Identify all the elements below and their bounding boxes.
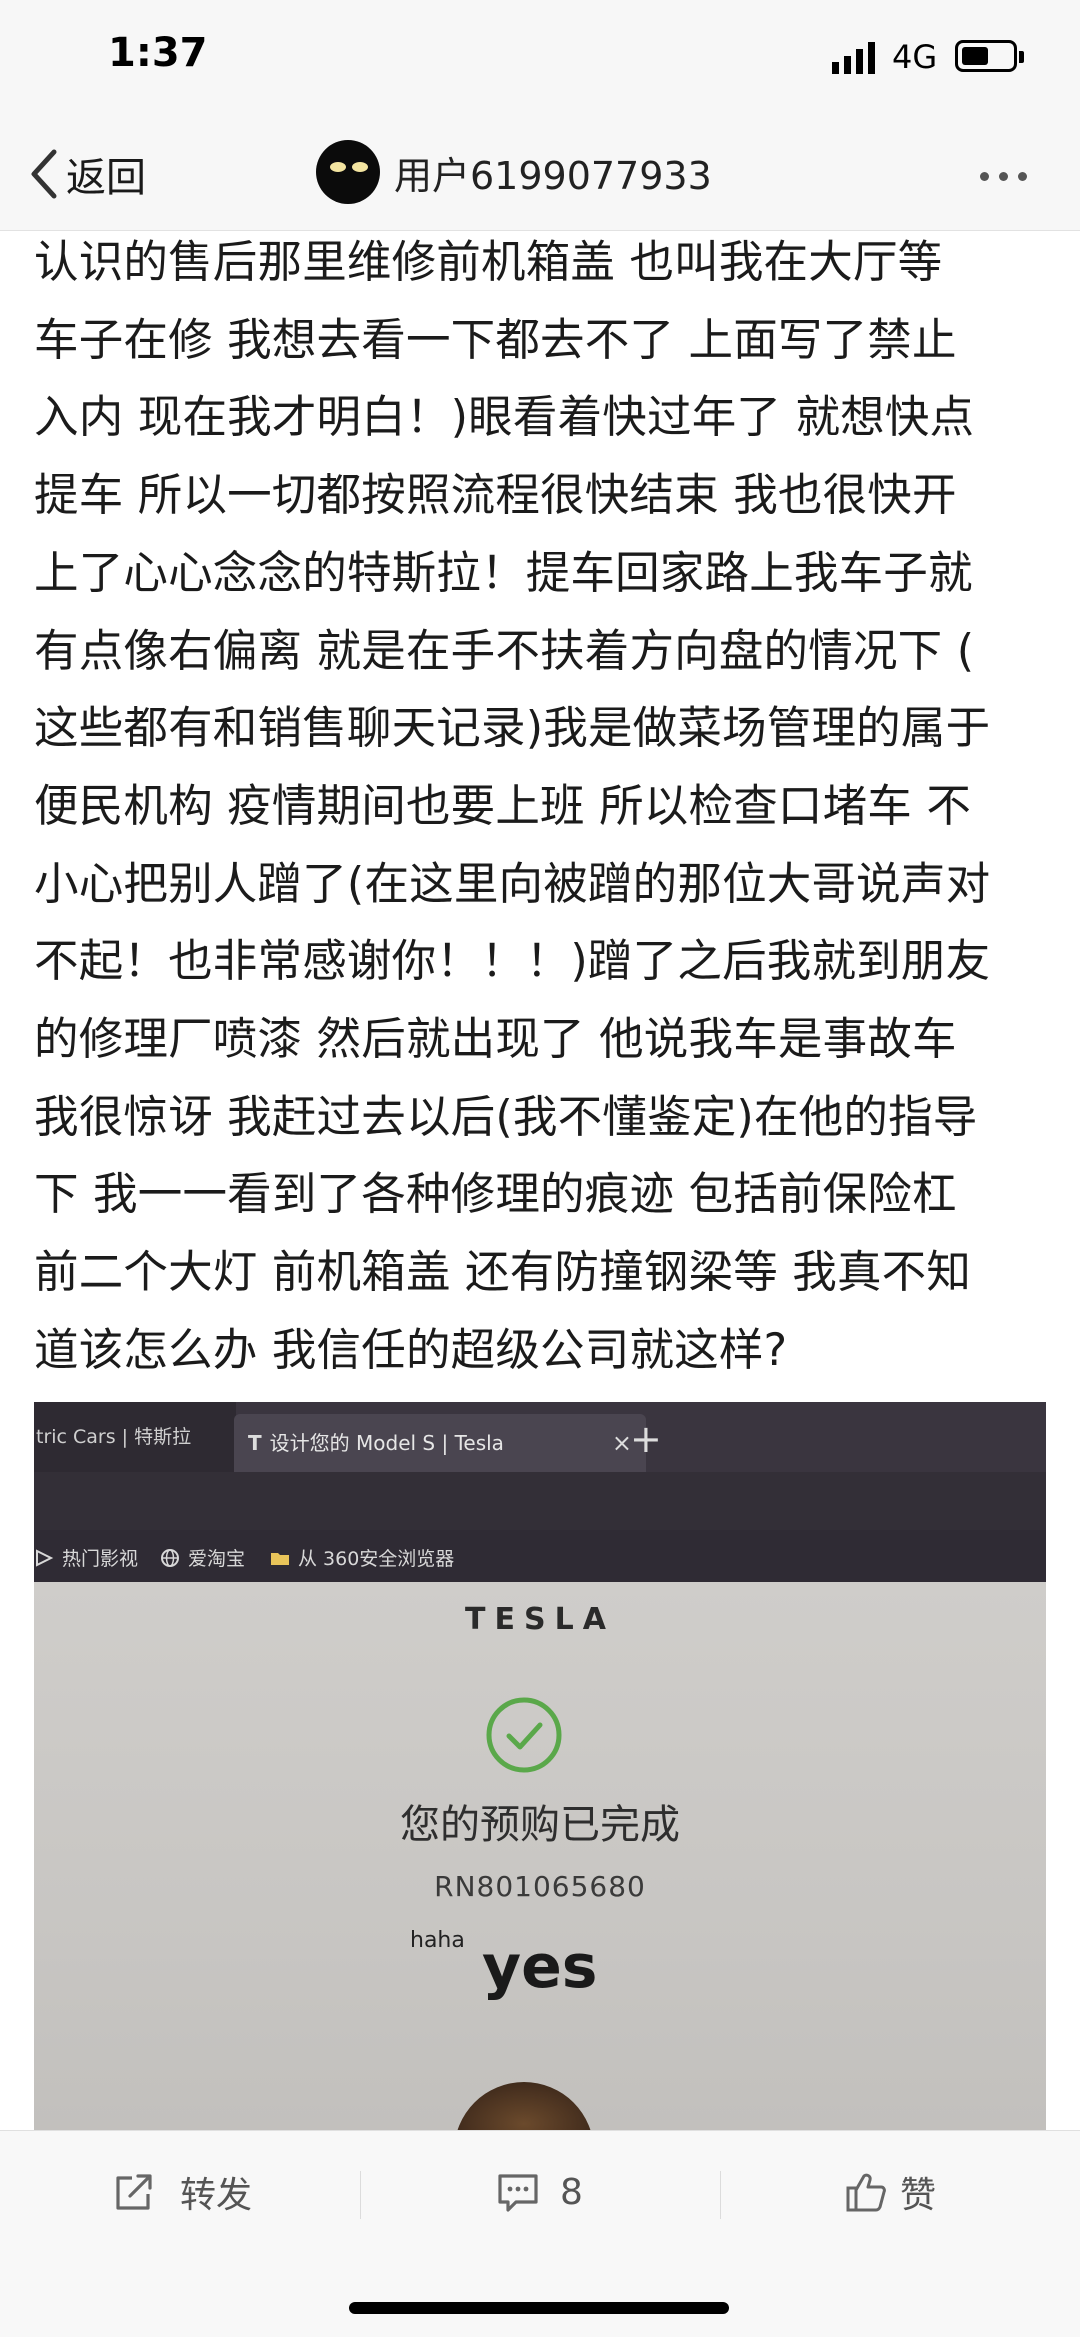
post-body: 认识的售后那里维修前机箱盖 也叫我在大厅等 车子在修 我想去看一下都去不了 上面… [34, 224, 1054, 1390]
browser-tab-previous: tric Cars | 特斯拉 [34, 1402, 236, 1472]
status-bar: 1:37 4G [0, 0, 1080, 120]
bookmark-label: 热门影视 [62, 1548, 139, 1570]
post-text-line: 车子在修 我想去看一下都去不了 上面写了禁止 [34, 314, 957, 366]
browser-tab-bar: tric Cars | 特斯拉 T 设计您的 Model S | Tesla × … [34, 1402, 1046, 1472]
browser-tab-title: 设计您的 Model S | Tesla [269, 1431, 504, 1455]
post-text-line: 下 我一一看到了各种修理的痕迹 包括前保险杠 [34, 1169, 957, 1221]
back-label: 返回 [66, 155, 146, 201]
bookmark-item: 从 360安全浏览器 [270, 1544, 454, 1571]
post-text-line: 的修理厂喷漆 然后就出现了 他说我车是事故车 [34, 1014, 957, 1066]
repost-label: 转发 [180, 2175, 253, 2216]
network-type: 4G [892, 38, 938, 76]
post-text-line: 道该怎么办 我信任的超级公司就这样? [34, 1324, 788, 1376]
browser-toolbar [34, 1472, 1046, 1530]
share-icon [116, 2174, 152, 2210]
folder-icon [271, 1552, 289, 1565]
meme-caption-small: haha [410, 1928, 465, 1953]
avatar[interactable] [316, 140, 380, 204]
status-time: 1:37 [108, 30, 208, 76]
home-indicator[interactable] [349, 2302, 729, 2314]
post-text-line: 提车 所以一切都按照流程很快结束 我也很快开 [34, 470, 957, 522]
play-icon [36, 1548, 54, 1567]
thumbs-up-icon [846, 2173, 886, 2212]
globe-icon [161, 1548, 179, 1567]
bookmark-label: 爱淘宝 [188, 1548, 246, 1570]
more-options-icon[interactable] [980, 172, 1027, 181]
repost-button[interactable]: 转发 [112, 2131, 252, 2253]
order-complete-text: 您的预购已完成 [400, 1802, 680, 1848]
bookmark-item: 热门影视 [34, 1544, 138, 1571]
check-circle-icon [486, 1697, 562, 1773]
comment-count: 8 [560, 2171, 583, 2213]
post-text-line: 前二个大灯 前机箱盖 还有防撞钢梁等 我真不知 [34, 1247, 972, 1299]
post-image[interactable]: tric Cars | 特斯拉 T 设计您的 Model S | Tesla × … [34, 1402, 1046, 2132]
like-button[interactable]: 赞 [844, 2131, 936, 2253]
post-text-line: 便民机构 疫情期间也要上班 所以检查口堵车 不 [34, 780, 972, 832]
post-text-line: 认识的售后那里维修前机箱盖 也叫我在大厅等 [34, 237, 943, 288]
user-profile-link[interactable]: 用户6199077933 [316, 140, 712, 204]
tesla-logo-icon: T [248, 1431, 262, 1455]
top-nav-bar: 返回 用户6199077933 [0, 120, 1080, 231]
bookmark-bar: 热门影视 爱淘宝 从 360安全浏览器 [34, 1530, 1046, 1582]
post-text-line: 上了心心念念的特斯拉！提车回家路上我车子就 [34, 547, 973, 599]
username[interactable]: 用户6199077933 [394, 145, 712, 200]
post-text-line: 小心把别人蹭了(在这里向被蹭的那位大哥说声对 [34, 858, 991, 910]
back-button[interactable]: 返回 [26, 142, 146, 206]
meme-face-image [454, 2082, 594, 2132]
close-icon: × [611, 1429, 632, 1457]
comment-icon [498, 2174, 538, 2212]
post-text-line: 不起！也非常感谢你！！！)蹭了之后我就到朋友 [34, 936, 991, 988]
divider [360, 2171, 361, 2219]
like-label: 赞 [900, 2175, 937, 2216]
comment-button[interactable]: 8 [496, 2131, 583, 2253]
battery-icon [955, 40, 1024, 72]
home-indicator-area [0, 2252, 1080, 2337]
post-text-line: 我很惊讶 我赶过去以后(我不懂鉴定)在他的指导 [34, 1091, 978, 1143]
signal-icon [832, 42, 875, 74]
post-text-line: 这些都有和销售聊天记录)我是做菜场管理的属于 [34, 703, 991, 755]
post-action-bar: 转发 8 赞 [0, 2130, 1080, 2253]
post-text-line: 有点像右偏离 就是在手不扶着方向盘的情况下 ( [34, 625, 975, 677]
browser-tab-active: T 设计您的 Model S | Tesla × [234, 1414, 646, 1472]
chevron-left-icon [31, 149, 57, 199]
bookmark-item: 爱淘宝 [160, 1544, 245, 1571]
tesla-wordmark: TESLA [465, 1602, 615, 1637]
new-tab-icon: + [630, 1417, 662, 1461]
tesla-order-page: TESLA 您的预购已完成 RN801065680 haha yes [34, 1582, 1046, 2132]
bookmark-label: 从 360安全浏览器 [298, 1548, 455, 1570]
post-text-line: 入内 现在我才明白！)眼看着快过年了 就想快点 [34, 392, 975, 444]
meme-caption-big: yes [482, 1932, 598, 2002]
divider [720, 2171, 721, 2219]
order-number: RN801065680 [434, 1870, 646, 1903]
